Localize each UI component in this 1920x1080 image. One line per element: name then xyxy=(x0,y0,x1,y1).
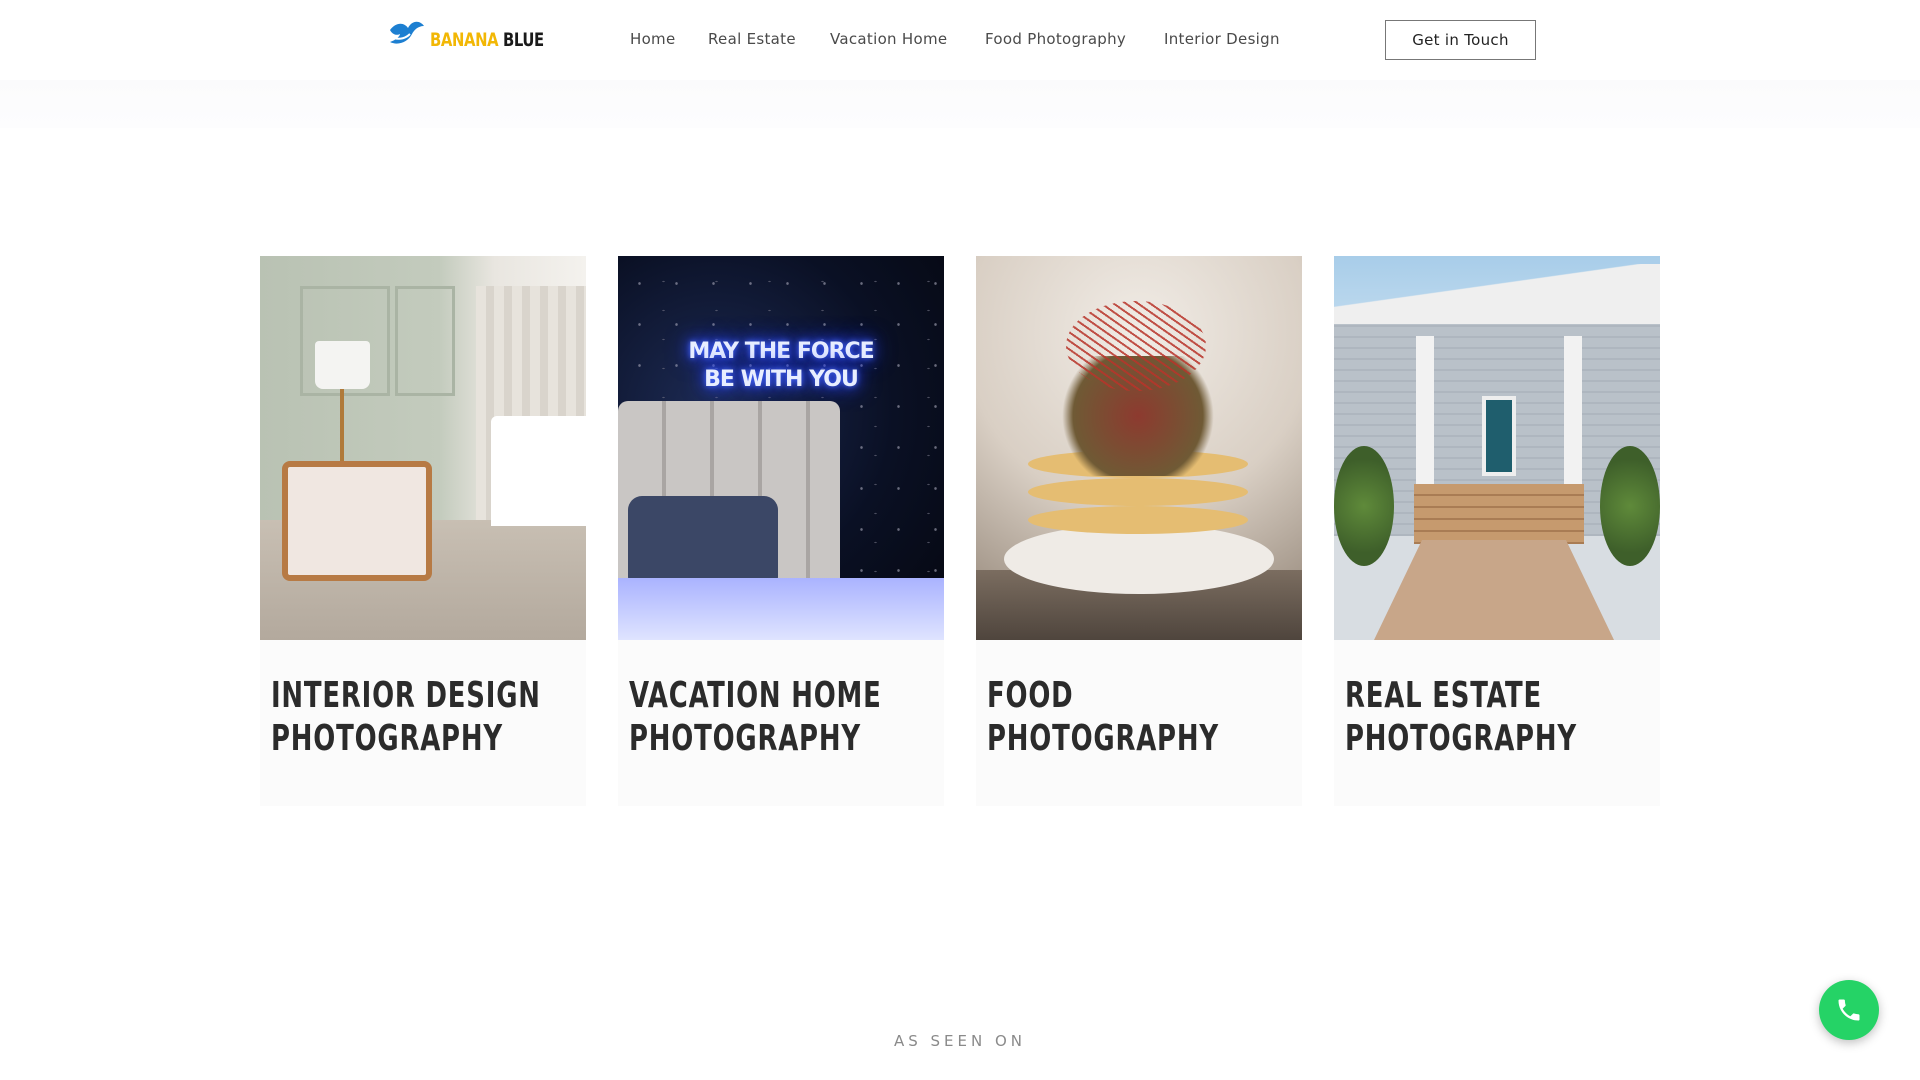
card-title-line1: FOOD xyxy=(987,675,1074,716)
nav-vacation-home[interactable]: Vacation Home xyxy=(830,30,947,48)
interior-bedroom-photo xyxy=(260,256,586,640)
card-title-line1: INTERIOR DESIGN xyxy=(271,675,541,716)
call-button[interactable] xyxy=(1819,980,1879,1040)
lamp xyxy=(315,341,370,389)
card-title: VACATION HOME PHOTOGRAPHY xyxy=(629,674,882,760)
card-food-photography[interactable]: FOOD PHOTOGRAPHY xyxy=(976,256,1302,806)
armchair xyxy=(282,461,432,581)
phone-icon xyxy=(1838,999,1860,1021)
pillow xyxy=(628,496,778,591)
card-interior-design[interactable]: INTERIOR DESIGN PHOTOGRAPHY xyxy=(260,256,586,806)
card-real-estate[interactable]: REAL ESTATE PHOTOGRAPHY xyxy=(1334,256,1660,806)
nav-food-photography[interactable]: Food Photography xyxy=(985,30,1126,48)
nav-real-estate[interactable]: Real Estate xyxy=(708,30,796,48)
card-title-line2: PHOTOGRAPHY xyxy=(629,718,861,759)
porch-steps xyxy=(1414,484,1584,544)
neon-line1: MAY THE FORCE xyxy=(688,339,874,364)
nav-home[interactable]: Home xyxy=(630,30,676,48)
front-door xyxy=(1482,396,1516,476)
card-title-line1: REAL ESTATE xyxy=(1345,675,1543,716)
nav-interior-design[interactable]: Interior Design xyxy=(1164,30,1280,48)
card-title: REAL ESTATE PHOTOGRAPHY xyxy=(1345,674,1577,760)
site-header: BANANA BLUE Home Real Estate Vacation Ho… xyxy=(0,0,1920,80)
card-vacation-home[interactable]: MAY THE FORCE BE WITH YOU VACATION HOME … xyxy=(618,256,944,806)
card-title-line2: PHOTOGRAPHY xyxy=(271,718,503,759)
neon-sign: MAY THE FORCE BE WITH YOU xyxy=(618,338,944,394)
card-title: FOOD PHOTOGRAPHY xyxy=(987,674,1219,760)
card-title: INTERIOR DESIGN PHOTOGRAPHY xyxy=(271,674,541,760)
get-in-touch-button[interactable]: Get in Touch xyxy=(1385,20,1536,60)
plate xyxy=(1004,524,1274,594)
neon-line2: BE WITH YOU xyxy=(704,367,859,392)
card-title-line2: PHOTOGRAPHY xyxy=(1345,718,1577,759)
tostada-dish-photo xyxy=(976,256,1302,640)
card-title-line1: VACATION HOME xyxy=(629,675,882,716)
header-band xyxy=(0,80,1920,128)
card-title-line2: PHOTOGRAPHY xyxy=(987,718,1219,759)
house-porch-photo xyxy=(1334,256,1660,640)
neon-bedroom-photo: MAY THE FORCE BE WITH YOU xyxy=(618,256,944,640)
main-nav: Home Real Estate Vacation Home Food Phot… xyxy=(0,30,1920,50)
as-seen-on-heading: AS SEEN ON xyxy=(893,1032,1027,1050)
